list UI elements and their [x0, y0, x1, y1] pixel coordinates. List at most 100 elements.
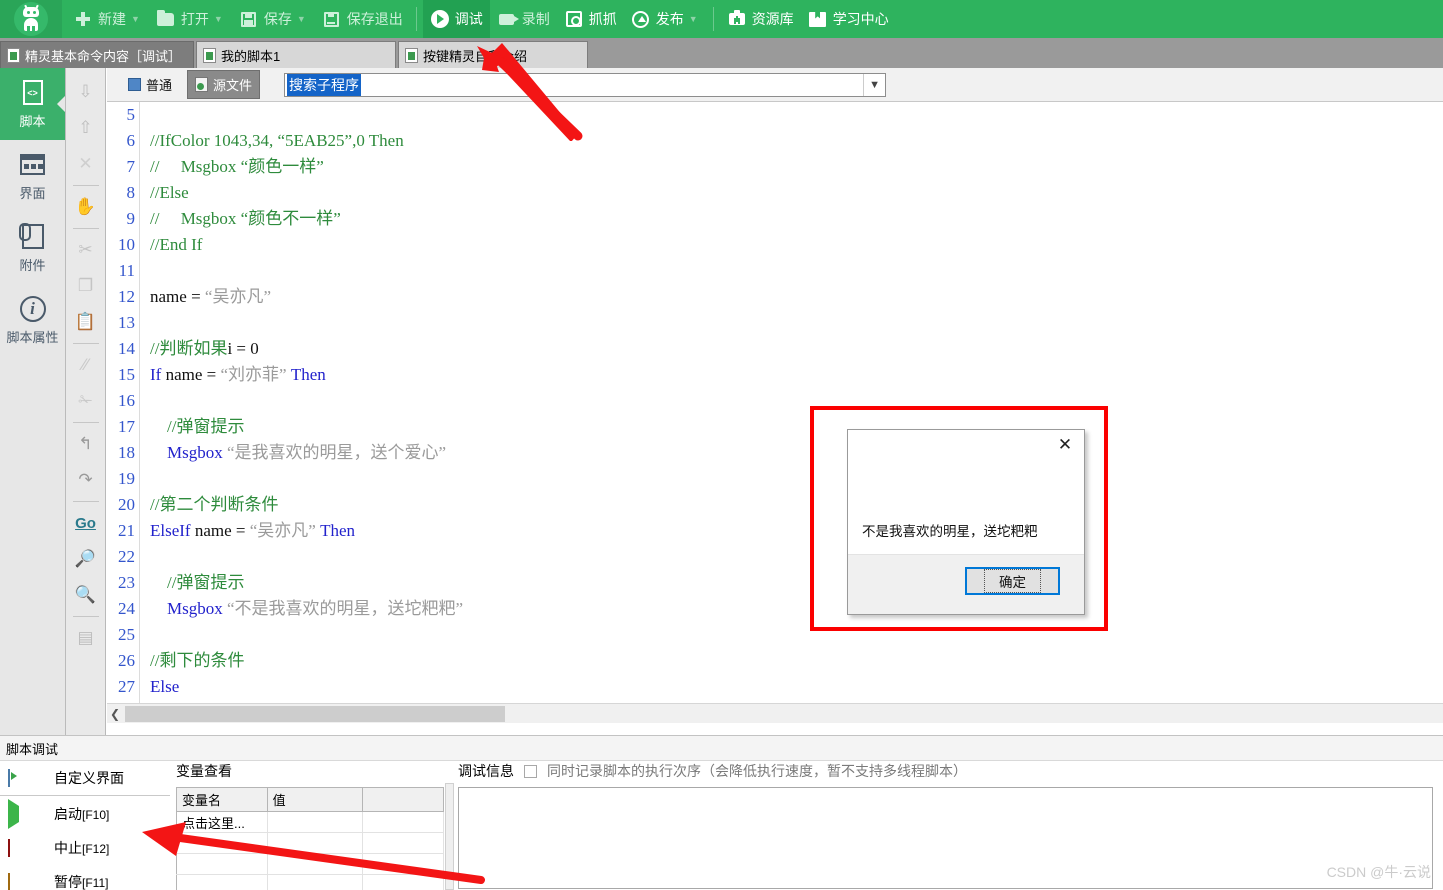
toolbar-button-plus[interactable]: 新建 ▼ [66, 0, 149, 38]
mode-item-0[interactable]: <> 脚本 [0, 68, 65, 140]
table-cell[interactable] [362, 874, 444, 890]
debug-button-custom-ui[interactable]: 自定义界面 [0, 761, 170, 795]
document-tab-0[interactable]: 精灵基本命令内容［调试］ [0, 41, 195, 68]
chevron-left-icon[interactable]: ❮ [107, 707, 123, 721]
debug-info-panel: 调试信息 同时记录脚本的执行次序（会降低执行速度，暂不支持多线程脚本） [458, 761, 1443, 890]
undo-icon[interactable]: ↰ [70, 426, 102, 462]
variable-table[interactable]: 变量名值 点击这里... [176, 787, 444, 890]
table-cell[interactable] [267, 832, 364, 854]
scissors-cut-icon: ✂ [78, 240, 93, 259]
ok-button-label: 确定 [984, 569, 1041, 593]
view-tab-source[interactable]: 源文件 [187, 70, 261, 99]
toolbar-button-label: 抓抓 [588, 11, 617, 27]
table-column-header[interactable]: 值 [267, 787, 364, 812]
editor-horizontal-scrollbar[interactable]: ❮ [107, 703, 1443, 723]
code-token: name = [150, 287, 205, 306]
toolbar-button-save[interactable]: 保存 ▼ [232, 0, 315, 38]
table-cell[interactable] [267, 874, 364, 890]
view-tab-normal[interactable]: 普通 [121, 71, 179, 98]
chevron-down-icon[interactable]: ▼ [863, 73, 885, 96]
toolbar-separator [712, 7, 714, 31]
bottom-panel-title-label: 脚本调试 [6, 741, 59, 757]
table-row[interactable] [176, 874, 444, 890]
code-text: //弹窗提示 [140, 414, 244, 440]
subroutine-search-combobox[interactable]: 搜索子程序 ▼ [284, 72, 887, 97]
redo-icon[interactable]: ↷ [70, 462, 102, 498]
toolbar-button-save-exit[interactable]: 保存退出 [315, 0, 410, 38]
mode-item-1[interactable]: 界面 [0, 140, 65, 212]
code-line: 19 [107, 466, 1443, 492]
toolbar-button-book[interactable]: 学习中心 [801, 0, 896, 38]
table-cell[interactable] [176, 874, 268, 890]
chevron-down-icon[interactable]: ▼ [214, 14, 223, 24]
scrollbar-thumb[interactable] [125, 705, 505, 722]
table-column-header[interactable] [362, 787, 444, 812]
debug-button-pause[interactable]: 暂停[F11] [0, 865, 170, 890]
debug-button-stop[interactable]: 中止[F12] [0, 831, 170, 865]
stop-icon [8, 839, 24, 857]
mode-item-2[interactable]: 附件 [0, 212, 65, 284]
scissors2-icon: ✁ [78, 391, 93, 410]
debug-button-run[interactable]: 启动[F10] [0, 797, 170, 831]
line-number: 13 [118, 313, 135, 332]
debug-info-output[interactable] [458, 787, 1433, 889]
document-tab-1[interactable]: 我的脚本1 [196, 41, 397, 68]
toolbar-button-label: 录制 [521, 11, 550, 27]
table-column-header[interactable]: 变量名 [176, 787, 268, 812]
code-line: 18 Msgbox “是我喜欢的明星，送个爱心” [107, 440, 1443, 466]
table-cell[interactable] [362, 832, 444, 854]
code-editor[interactable]: 5 6 //IfColor 1043,34, “5EAB25”,0 Then 7 // … [107, 102, 1443, 703]
table-row[interactable]: 点击这里... [176, 811, 444, 833]
toolbar-button-label: 新建 [98, 11, 126, 27]
log-execution-order-checkbox[interactable] [524, 764, 537, 778]
line-number: 25 [118, 625, 135, 644]
line-number: 21 [118, 521, 135, 540]
document-tab-2[interactable]: 按键精灵自我介绍 [398, 41, 589, 68]
code-token: “吴亦凡” [204, 287, 271, 306]
delete-x-icon: ✕ [78, 154, 93, 173]
toolbar-button-publish[interactable]: 发布 ▼ [624, 0, 707, 38]
editor-header: 普通 源文件 搜索子程序 ▼ [107, 68, 1443, 102]
toolbar-button-play[interactable]: 调试 [422, 0, 490, 38]
code-token: If [150, 365, 162, 384]
hand-drag-icon[interactable]: ✋ [70, 189, 102, 225]
goto-icon[interactable]: Go [70, 505, 102, 541]
chevron-down-icon[interactable]: ▼ [131, 14, 140, 24]
ok-button[interactable]: 确定 [965, 567, 1060, 595]
table-cell[interactable] [176, 853, 268, 875]
code-token: i = 0 [227, 339, 259, 358]
normal-view-icon [128, 78, 141, 91]
variable-watch-title: 变量查看 [176, 763, 232, 779]
mode-item-3[interactable]: i 脚本属性 [0, 284, 65, 356]
chevron-down-icon[interactable]: ▼ [689, 14, 698, 24]
table-row[interactable] [176, 853, 444, 875]
toolbar-button-case[interactable]: 资源库 [720, 0, 801, 38]
custom-ui-icon [8, 769, 24, 787]
code-text: Msgbox “不是我喜欢的明星，送坨粑粑” [140, 596, 463, 622]
close-icon[interactable]: ✕ [1052, 434, 1078, 456]
table-row[interactable] [176, 832, 444, 854]
table-cell[interactable] [176, 832, 268, 854]
toolbar-button-grab[interactable]: 抓抓 [557, 0, 624, 38]
search-input[interactable]: 搜索子程序 [287, 73, 362, 96]
document-tab-label: 我的脚本1 [221, 48, 281, 64]
chevron-down-icon[interactable]: ▼ [297, 14, 306, 24]
table-cell[interactable] [362, 811, 444, 833]
copy-icon: ❐ [77, 276, 94, 295]
find-binocular-icon[interactable]: 🔎 [70, 541, 102, 577]
code-line: 14 //判断如果i = 0 [107, 336, 1443, 362]
code-text: If name = “刘亦菲” Then [140, 362, 326, 388]
table-cell[interactable]: 点击这里... [176, 811, 268, 833]
toolbar-button-camera[interactable]: 录制 [490, 0, 557, 38]
table-cell[interactable] [267, 811, 364, 833]
publish-icon [631, 9, 651, 29]
toolbar-button-folder[interactable]: 打开 ▼ [149, 0, 232, 38]
table-cell[interactable] [362, 853, 444, 875]
variable-table-scrollbar[interactable] [445, 783, 454, 890]
toolstrip-separator [72, 228, 99, 229]
table-cell[interactable] [267, 853, 364, 875]
source-file-icon [195, 77, 209, 92]
